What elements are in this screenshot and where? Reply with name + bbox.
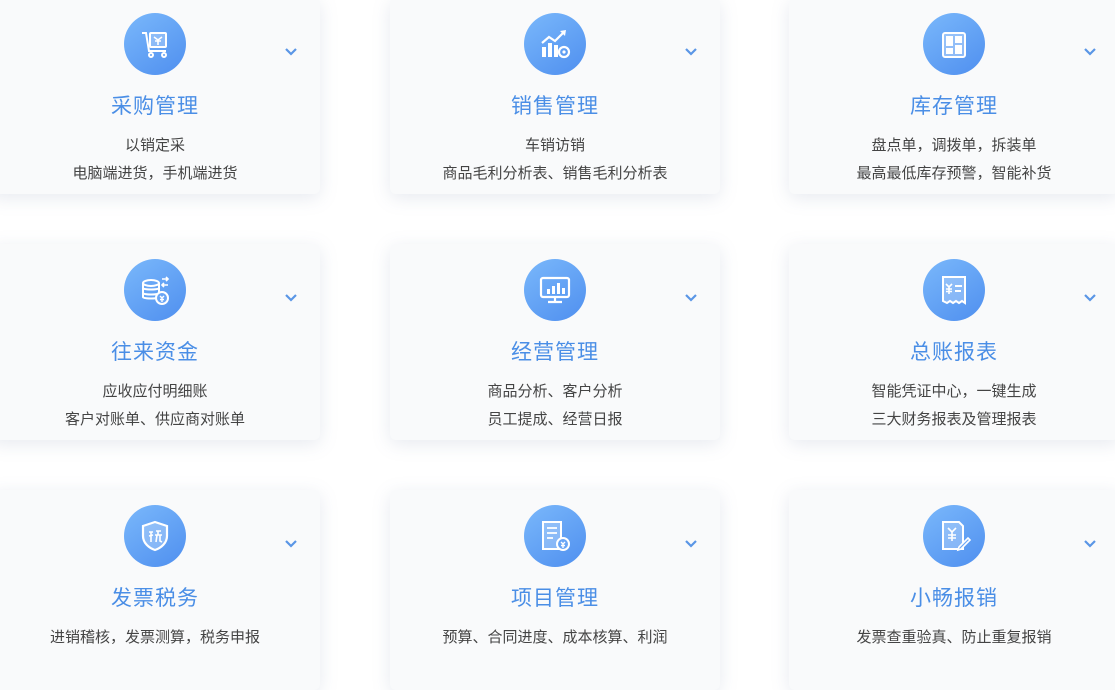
card-title: 小畅报销: [910, 586, 998, 610]
expense-form-icon: [923, 505, 985, 567]
card-desc-line: 车销访销: [524, 136, 585, 154]
card-desc-line: 智能凭证中心，一键生成: [871, 382, 1037, 400]
coins-exchange-icon: [124, 259, 186, 321]
card-title: 库存管理: [910, 94, 998, 118]
chevron-down-icon[interactable]: [284, 47, 298, 57]
card-desc-line: 发票查重验真、防止重复报销: [856, 628, 1052, 646]
card-title: 销售管理: [511, 94, 599, 118]
chevron-down-icon[interactable]: [684, 539, 698, 549]
card-project[interactable]: 项目管理 预算、合同进度、成本核算、利润: [390, 490, 720, 690]
card-title: 采购管理: [111, 94, 199, 118]
chevron-down-icon[interactable]: [684, 47, 698, 57]
card-title: 发票税务: [111, 586, 199, 610]
card-desc-line: 客户对账单、供应商对账单: [64, 410, 245, 428]
chevron-down-icon[interactable]: [284, 539, 298, 549]
card-ledger[interactable]: 总账报表 智能凭证中心，一键生成 三大财务报表及管理报表: [789, 244, 1115, 440]
card-desc-line: 商品分析、客户分析: [487, 382, 623, 400]
inventory-box-icon: [923, 13, 985, 75]
chevron-down-icon[interactable]: [684, 293, 698, 303]
project-document-icon: [524, 505, 586, 567]
sales-chart-icon: [524, 13, 586, 75]
card-funds[interactable]: 往来资金 应收应付明细账 客户对账单、供应商对账单: [0, 244, 320, 440]
card-tax[interactable]: 发票税务 进销稽核，发票测算，税务申报: [0, 490, 320, 690]
card-title: 经营管理: [511, 340, 599, 364]
card-title: 总账报表: [910, 340, 998, 364]
card-purchase[interactable]: 采购管理 以销定采 电脑端进货，手机端进货: [0, 0, 320, 194]
card-desc-line: 应收应付明细账: [102, 382, 208, 400]
chevron-down-icon[interactable]: [284, 293, 298, 303]
tax-shield-icon: [124, 505, 186, 567]
card-sales[interactable]: 销售管理 车销访销 商品毛利分析表、销售毛利分析表: [390, 0, 720, 194]
chevron-down-icon[interactable]: [1083, 293, 1097, 303]
card-desc-line: 电脑端进货，手机端进货: [72, 164, 238, 182]
card-desc-line: 盘点单，调拨单，拆装单: [871, 136, 1037, 154]
card-desc-line: 三大财务报表及管理报表: [871, 410, 1037, 428]
card-reimbursement[interactable]: 小畅报销 发票查重验真、防止重复报销: [789, 490, 1115, 690]
card-operations[interactable]: 经营管理 商品分析、客户分析 员工提成、经营日报: [390, 244, 720, 440]
card-title: 项目管理: [511, 586, 599, 610]
card-desc-line: 预算、合同进度、成本核算、利润: [442, 628, 668, 646]
card-desc-line: 以销定采: [124, 136, 185, 154]
card-title: 往来资金: [111, 340, 199, 364]
card-inventory[interactable]: 库存管理 盘点单，调拨单，拆装单 最高最低库存预警，智能补货: [789, 0, 1115, 194]
card-desc-line: 员工提成、经营日报: [487, 410, 623, 428]
ledger-receipt-icon: [923, 259, 985, 321]
card-desc-line: 商品毛利分析表、销售毛利分析表: [442, 164, 668, 182]
monitor-chart-icon: [524, 259, 586, 321]
purchase-cart-icon: [124, 13, 186, 75]
card-desc-line: 进销稽核，发票测算，税务申报: [49, 628, 260, 646]
chevron-down-icon[interactable]: [1083, 47, 1097, 57]
chevron-down-icon[interactable]: [1083, 539, 1097, 549]
card-desc-line: 最高最低库存预警，智能补货: [856, 164, 1052, 182]
